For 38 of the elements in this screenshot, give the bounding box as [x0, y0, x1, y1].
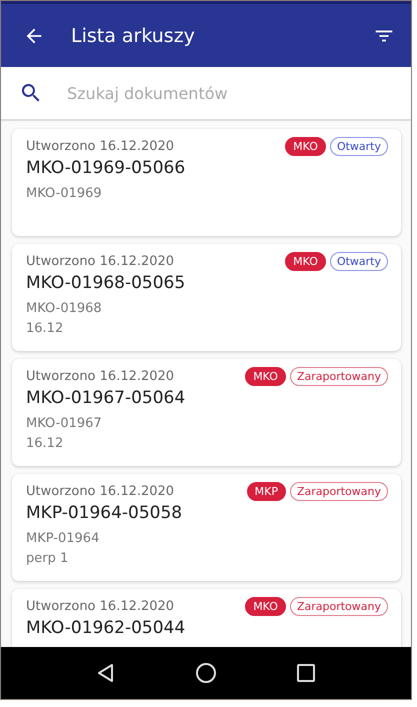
document-number: MKO-01969-05066: [26, 158, 186, 178]
document-card[interactable]: Utworzono 16.12.2020 MKO Otwarty MKO-01969-05066 MKO-01969: [12, 129, 401, 236]
document-detail: MKO-01967: [26, 415, 103, 433]
search-bar[interactable]: Szukaj dokumentów: [1, 67, 411, 121]
document-detail: MKP-01964: [26, 530, 100, 548]
status-tag: Otwarty: [330, 137, 388, 156]
created-date: Utworzono 16.12.2020: [26, 599, 174, 614]
type-tag: MKO: [245, 367, 286, 386]
created-date: Utworzono 16.12.2020: [26, 484, 174, 499]
screen-title: Lista arkuszy: [71, 24, 196, 46]
status-tag: Otwarty: [330, 252, 388, 271]
type-tag: MKO: [285, 137, 326, 156]
status-tag: Zaraportowany: [290, 367, 388, 386]
home-icon[interactable]: [194, 662, 217, 684]
document-card[interactable]: Utworzono 16.12.2020 MKO Otwarty MKO-01968-05065 MKO-01968 16.12: [12, 244, 401, 351]
document-detail: 16.12: [26, 435, 64, 453]
document-detail: 16.12: [26, 320, 64, 338]
type-tag: MKP: [246, 482, 286, 501]
document-card[interactable]: Utworzono 16.12.2020 MKO Zaraportowany MKO-01962-05044: [12, 589, 401, 647]
document-number: MKP-01964-05058: [26, 503, 184, 523]
document-detail: perp 1: [26, 550, 70, 568]
document-number: MKO-01968-05065: [26, 273, 186, 293]
document-number: MKO-01962-05044: [26, 618, 186, 638]
search-field[interactable]: Szukaj dokumentów: [65, 82, 393, 104]
status-tag: Zaraportowany: [290, 482, 388, 501]
created-date: Utworzono 16.12.2020: [26, 254, 174, 269]
created-date: Utworzono 16.12.2020: [26, 369, 174, 384]
back-icon[interactable]: [96, 663, 116, 683]
document-number: MKO-01967-05064: [26, 388, 186, 408]
document-detail: MKO-01969: [26, 185, 103, 203]
document-card[interactable]: Utworzono 16.12.2020 MKP Zaraportowany MKP-01964-05058 MKP-01964 perp 1: [12, 474, 401, 581]
created-date: Utworzono 16.12.2020: [26, 139, 174, 154]
document-detail: MKO-01968: [26, 300, 103, 318]
document-card[interactable]: Utworzono 16.12.2020 MKO Zaraportowany MKO-01967-05064 MKO-01967 16.12: [12, 359, 401, 466]
type-tag: MKO: [245, 597, 286, 616]
type-tag: MKO: [285, 252, 326, 271]
status-tag: Zaraportowany: [290, 597, 388, 616]
recents-icon[interactable]: [296, 663, 316, 683]
